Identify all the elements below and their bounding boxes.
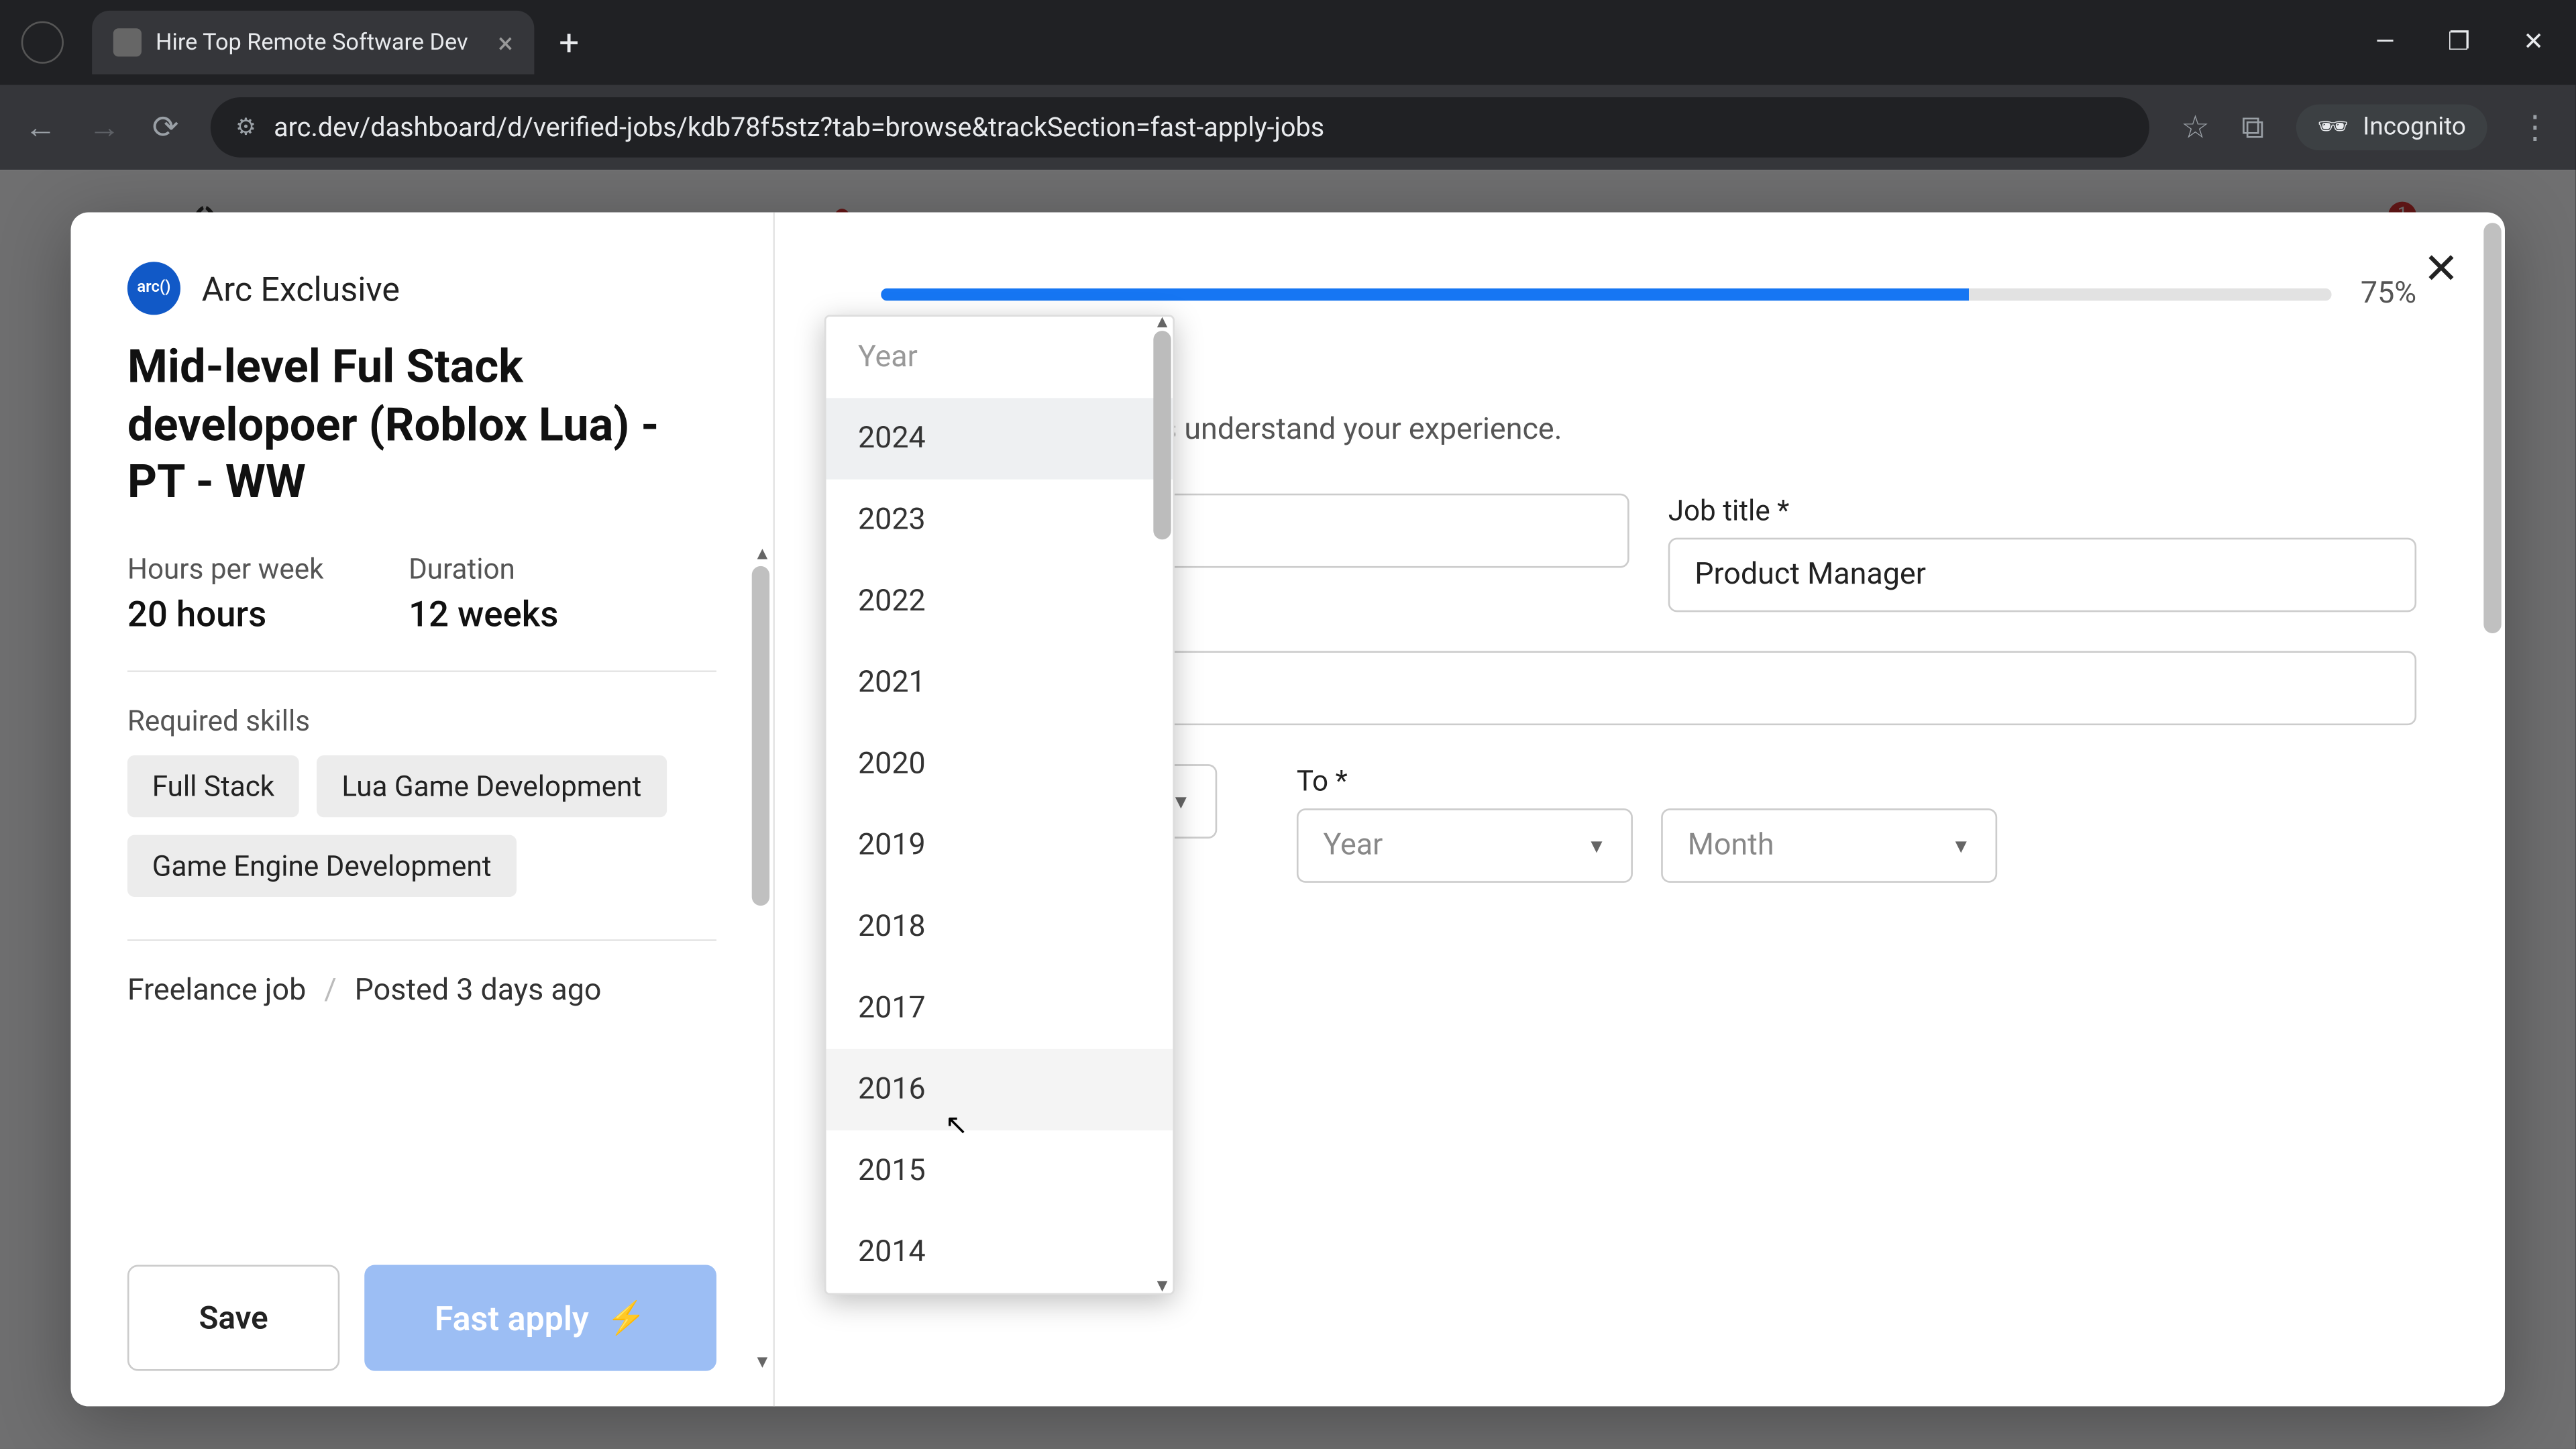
skill-pill: Lua Game Development bbox=[317, 755, 666, 816]
required-skills-label: Required skills bbox=[127, 703, 716, 737]
job-type: Freelance job bbox=[127, 972, 306, 1008]
year-dropdown: ▲ Year 2024 2023 2022 2021 2020 2019 201… bbox=[824, 315, 1175, 1295]
fast-apply-label: Fast apply bbox=[435, 1297, 589, 1338]
incognito-badge[interactable]: 🕶 Incognito bbox=[2296, 105, 2487, 151]
caret-down-icon: ▼ bbox=[1951, 834, 1971, 857]
hours-value: 20 hours bbox=[127, 592, 324, 634]
modal-scrollbar[interactable] bbox=[2483, 223, 2501, 1395]
extensions-icon[interactable]: ⧉ bbox=[2241, 109, 2264, 146]
to-year-select[interactable]: Year ▼ bbox=[1297, 808, 1633, 883]
duration-label: Duration bbox=[409, 551, 558, 584]
year-option[interactable]: 2017 bbox=[826, 967, 1173, 1049]
year-option[interactable]: 2022 bbox=[826, 561, 1173, 642]
close-modal-button[interactable]: ✕ bbox=[2423, 244, 2459, 294]
incognito-label: Incognito bbox=[2363, 113, 2466, 142]
scroll-up-icon[interactable]: ▲ bbox=[1152, 313, 1173, 333]
site-settings-icon[interactable]: ⚙ bbox=[235, 114, 256, 141]
progress-percent: 75% bbox=[2361, 276, 2416, 311]
year-option[interactable]: 2019 bbox=[826, 805, 1173, 886]
scrollbar-thumb[interactable] bbox=[752, 566, 769, 906]
browser-tab[interactable]: Hire Top Remote Software Dev × bbox=[92, 11, 534, 74]
job-title-label: Job title * bbox=[1668, 494, 2416, 527]
save-button[interactable]: Save bbox=[127, 1265, 339, 1371]
bookmark-star-icon[interactable]: ☆ bbox=[2181, 109, 2210, 146]
arc-exclusive-label: Arc Exclusive bbox=[202, 268, 400, 309]
posted-meta: Freelance job / Posted 3 days ago bbox=[127, 972, 716, 1008]
window-indicator bbox=[21, 21, 64, 64]
year-option[interactable]: 2021 bbox=[826, 642, 1173, 723]
job-apply-modal: arc() Arc Exclusive Mid-level Ful Stack … bbox=[70, 212, 2505, 1406]
year-option[interactable]: 2015 bbox=[826, 1130, 1173, 1212]
scroll-down-icon[interactable]: ▼ bbox=[1152, 1277, 1173, 1297]
year-option[interactable]: 2024 bbox=[826, 398, 1173, 479]
caret-down-icon: ▼ bbox=[1587, 834, 1607, 857]
hours-label: Hours per week bbox=[127, 551, 324, 584]
posted-time: Posted 3 days ago bbox=[355, 972, 602, 1008]
year-option[interactable]: 2020 bbox=[826, 724, 1173, 805]
to-month-select[interactable]: Month ▼ bbox=[1661, 808, 1997, 883]
maximize-icon[interactable]: ❐ bbox=[2448, 28, 2470, 56]
tab-title: Hire Top Remote Software Dev bbox=[156, 30, 468, 56]
url-text: arc.dev/dashboard/d/verified-jobs/kdb78f… bbox=[274, 111, 1324, 143]
progress-fill bbox=[881, 288, 1970, 300]
browser-menu-icon[interactable]: ⋮ bbox=[2519, 109, 2551, 146]
year-option[interactable]: 2023 bbox=[826, 480, 1173, 561]
year-option[interactable]: 2014 bbox=[826, 1212, 1173, 1293]
progress-bar bbox=[881, 288, 2332, 300]
close-tab-icon[interactable]: × bbox=[498, 25, 513, 59]
scroll-down-icon[interactable]: ▼ bbox=[753, 1353, 771, 1373]
job-title-input[interactable] bbox=[1668, 538, 2416, 612]
address-bar[interactable]: ⚙ arc.dev/dashboard/d/verified-jobs/kdb7… bbox=[211, 97, 2149, 158]
duration-value: 12 weeks bbox=[409, 592, 558, 634]
reload-button[interactable]: ⟳ bbox=[152, 109, 179, 146]
back-button[interactable]: ← bbox=[25, 109, 56, 146]
scroll-up-icon[interactable]: ▲ bbox=[753, 545, 771, 564]
job-title: Mid-level Ful Stack developoer (Roblox L… bbox=[127, 339, 716, 512]
browser-nav-bar: ← → ⟳ ⚙ arc.dev/dashboard/d/verified-job… bbox=[0, 85, 2575, 170]
dropdown-scrollbar[interactable] bbox=[1153, 331, 1171, 1279]
to-month-value: Month bbox=[1688, 828, 1774, 863]
skill-pill: Full Stack bbox=[127, 755, 299, 816]
arc-logo-icon: arc() bbox=[127, 262, 180, 315]
fast-apply-button[interactable]: Fast apply ⚡ bbox=[364, 1265, 716, 1371]
forward-button: → bbox=[89, 109, 120, 146]
to-year-value: Year bbox=[1323, 828, 1383, 863]
tab-favicon bbox=[113, 28, 142, 56]
skill-pill: Game Engine Development bbox=[127, 834, 517, 896]
minimize-icon[interactable]: — bbox=[2375, 28, 2395, 56]
page-viewport: arc() Full-time roles Freelance jobs Pro… bbox=[0, 170, 2575, 1449]
year-option-placeholder[interactable]: Year bbox=[826, 317, 1173, 398]
scrollbar-thumb[interactable] bbox=[1153, 331, 1171, 539]
to-label: To * bbox=[1297, 764, 1997, 798]
scrollbar-thumb[interactable] bbox=[2483, 223, 2501, 633]
to-date-group: Year ▼ Month ▼ bbox=[1297, 808, 1997, 883]
year-option[interactable]: 2016 bbox=[826, 1049, 1173, 1130]
close-window-icon[interactable]: ✕ bbox=[2523, 28, 2544, 56]
incognito-icon: 🕶 bbox=[2317, 113, 2349, 142]
left-scrollbar[interactable]: ▲ ▼ bbox=[752, 566, 769, 1132]
browser-tab-strip: Hire Top Remote Software Dev × + — ❐ ✕ bbox=[0, 0, 2575, 85]
lightning-icon: ⚡ bbox=[606, 1299, 646, 1336]
job-summary-panel: arc() Arc Exclusive Mid-level Ful Stack … bbox=[70, 212, 775, 1406]
new-tab-button[interactable]: + bbox=[559, 21, 579, 64]
year-option[interactable]: 2018 bbox=[826, 886, 1173, 967]
